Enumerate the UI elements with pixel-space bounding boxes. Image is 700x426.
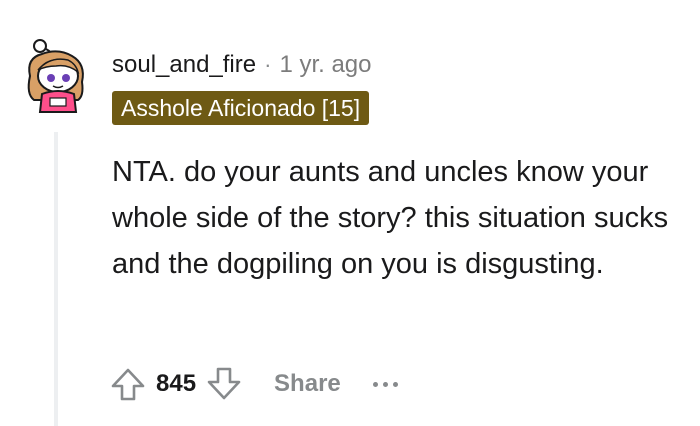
share-button[interactable]: Share xyxy=(268,366,347,402)
downvote-arrow-icon xyxy=(207,367,241,400)
user-avatar[interactable] xyxy=(20,36,96,114)
thread-line[interactable] xyxy=(54,132,58,426)
more-options-icon xyxy=(372,381,378,387)
vote-score: 845 xyxy=(156,370,197,397)
timestamp[interactable]: 1 yr. ago xyxy=(279,51,371,79)
downvote-button[interactable] xyxy=(200,360,248,408)
user-flair: Asshole Aficionado [15] xyxy=(112,91,370,125)
more-options-icon xyxy=(392,381,398,387)
upvote-button[interactable] xyxy=(104,360,152,408)
comment-actions: 845 Share xyxy=(104,360,402,408)
username[interactable]: soul_and_fire xyxy=(112,51,256,79)
more-options-icon xyxy=(382,381,388,387)
comment: soul_and_fire · 1 yr. ago Asshole Aficio… xyxy=(0,0,700,426)
separator: · xyxy=(264,52,272,77)
upvote-arrow-icon xyxy=(111,368,145,401)
comment-body: NTA. do your aunts and uncles know your … xyxy=(112,156,669,280)
comment-header: soul_and_fire · 1 yr. ago xyxy=(112,50,372,80)
snoo-avatar-icon xyxy=(27,39,84,113)
more-options-button[interactable] xyxy=(369,369,402,399)
